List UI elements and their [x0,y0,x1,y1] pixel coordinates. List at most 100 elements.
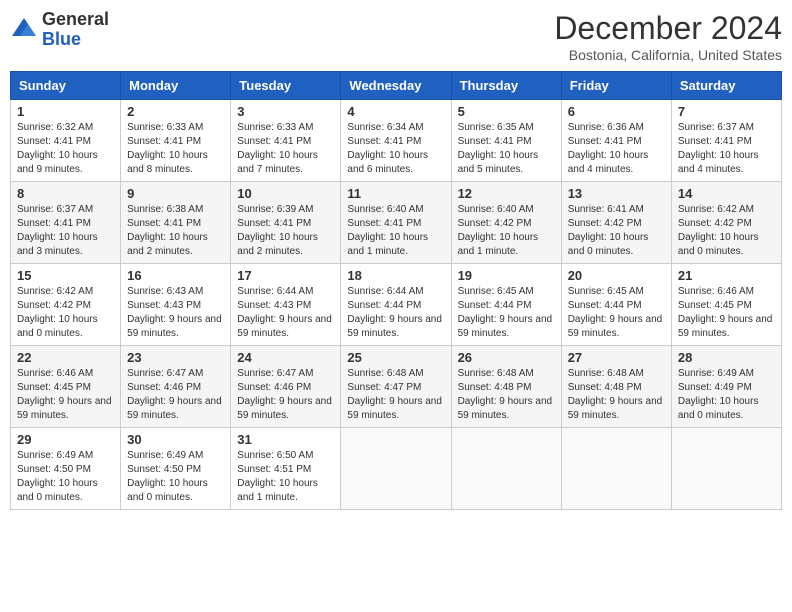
calendar-day-cell: 5 Sunrise: 6:35 AM Sunset: 4:41 PM Dayli… [451,100,561,182]
day-number: 4 [347,104,444,119]
daylight-label: Daylight: 10 hours and 1 minute. [347,232,428,257]
day-info: Sunrise: 6:38 AM Sunset: 4:41 PM Dayligh… [127,203,224,259]
weekday-header: Sunday [11,72,121,100]
day-number: 18 [347,268,444,283]
calendar-day-cell [341,428,451,510]
day-number: 22 [17,350,114,365]
sunrise-label: Sunrise: 6:36 AM [568,122,644,133]
sunset-label: Sunset: 4:50 PM [17,464,91,475]
sunrise-label: Sunrise: 6:50 AM [237,450,313,461]
daylight-label: Daylight: 9 hours and 59 minutes. [127,396,222,421]
sunset-label: Sunset: 4:48 PM [568,382,642,393]
day-info: Sunrise: 6:40 AM Sunset: 4:41 PM Dayligh… [347,203,444,259]
day-number: 12 [458,186,555,201]
day-info: Sunrise: 6:49 AM Sunset: 4:49 PM Dayligh… [678,367,775,423]
day-number: 27 [568,350,665,365]
day-number: 20 [568,268,665,283]
daylight-label: Daylight: 9 hours and 59 minutes. [347,396,442,421]
sunrise-label: Sunrise: 6:47 AM [127,368,203,379]
day-number: 6 [568,104,665,119]
calendar-day-cell: 8 Sunrise: 6:37 AM Sunset: 4:41 PM Dayli… [11,182,121,264]
logo-blue: Blue [42,29,81,49]
day-number: 26 [458,350,555,365]
calendar-day-cell: 30 Sunrise: 6:49 AM Sunset: 4:50 PM Dayl… [121,428,231,510]
daylight-label: Daylight: 10 hours and 5 minutes. [458,150,539,175]
sunrise-label: Sunrise: 6:44 AM [237,286,313,297]
calendar-day-cell: 3 Sunrise: 6:33 AM Sunset: 4:41 PM Dayli… [231,100,341,182]
calendar-day-cell: 21 Sunrise: 6:46 AM Sunset: 4:45 PM Dayl… [671,264,781,346]
daylight-label: Daylight: 9 hours and 59 minutes. [237,396,332,421]
sunrise-label: Sunrise: 6:40 AM [347,204,423,215]
sunrise-label: Sunrise: 6:32 AM [17,122,93,133]
sunrise-label: Sunrise: 6:43 AM [127,286,203,297]
sunrise-label: Sunrise: 6:48 AM [568,368,644,379]
day-number: 28 [678,350,775,365]
day-info: Sunrise: 6:43 AM Sunset: 4:43 PM Dayligh… [127,285,224,341]
daylight-label: Daylight: 9 hours and 59 minutes. [237,314,332,339]
calendar-day-cell: 2 Sunrise: 6:33 AM Sunset: 4:41 PM Dayli… [121,100,231,182]
day-number: 21 [678,268,775,283]
day-info: Sunrise: 6:50 AM Sunset: 4:51 PM Dayligh… [237,449,334,505]
daylight-label: Daylight: 10 hours and 4 minutes. [568,150,649,175]
day-number: 3 [237,104,334,119]
calendar-day-cell [451,428,561,510]
day-number: 23 [127,350,224,365]
calendar-day-cell: 17 Sunrise: 6:44 AM Sunset: 4:43 PM Dayl… [231,264,341,346]
calendar-day-cell: 23 Sunrise: 6:47 AM Sunset: 4:46 PM Dayl… [121,346,231,428]
sunset-label: Sunset: 4:42 PM [17,300,91,311]
calendar-day-cell: 13 Sunrise: 6:41 AM Sunset: 4:42 PM Dayl… [561,182,671,264]
day-info: Sunrise: 6:37 AM Sunset: 4:41 PM Dayligh… [17,203,114,259]
day-info: Sunrise: 6:48 AM Sunset: 4:48 PM Dayligh… [568,367,665,423]
sunrise-label: Sunrise: 6:46 AM [17,368,93,379]
sunset-label: Sunset: 4:42 PM [678,218,752,229]
daylight-label: Daylight: 10 hours and 0 minutes. [678,232,759,257]
sunset-label: Sunset: 4:46 PM [237,382,311,393]
day-info: Sunrise: 6:48 AM Sunset: 4:48 PM Dayligh… [458,367,555,423]
daylight-label: Daylight: 9 hours and 59 minutes. [347,314,442,339]
day-number: 11 [347,186,444,201]
day-info: Sunrise: 6:32 AM Sunset: 4:41 PM Dayligh… [17,121,114,177]
sunrise-label: Sunrise: 6:39 AM [237,204,313,215]
calendar-day-cell: 26 Sunrise: 6:48 AM Sunset: 4:48 PM Dayl… [451,346,561,428]
day-number: 24 [237,350,334,365]
calendar-day-cell: 11 Sunrise: 6:40 AM Sunset: 4:41 PM Dayl… [341,182,451,264]
calendar-day-cell: 10 Sunrise: 6:39 AM Sunset: 4:41 PM Dayl… [231,182,341,264]
sunset-label: Sunset: 4:42 PM [458,218,532,229]
daylight-label: Daylight: 9 hours and 59 minutes. [678,314,773,339]
sunset-label: Sunset: 4:41 PM [568,136,642,147]
sunrise-label: Sunrise: 6:33 AM [237,122,313,133]
sunset-label: Sunset: 4:41 PM [127,218,201,229]
daylight-label: Daylight: 10 hours and 1 minute. [237,478,318,503]
day-info: Sunrise: 6:39 AM Sunset: 4:41 PM Dayligh… [237,203,334,259]
weekday-header: Monday [121,72,231,100]
weekday-header: Tuesday [231,72,341,100]
daylight-label: Daylight: 9 hours and 59 minutes. [17,396,112,421]
day-number: 16 [127,268,224,283]
sunrise-label: Sunrise: 6:47 AM [237,368,313,379]
calendar-day-cell: 31 Sunrise: 6:50 AM Sunset: 4:51 PM Dayl… [231,428,341,510]
day-number: 31 [237,432,334,447]
day-number: 30 [127,432,224,447]
sunrise-label: Sunrise: 6:44 AM [347,286,423,297]
day-info: Sunrise: 6:34 AM Sunset: 4:41 PM Dayligh… [347,121,444,177]
daylight-label: Daylight: 10 hours and 0 minutes. [568,232,649,257]
location-subtitle: Bostonia, California, United States [554,47,782,63]
weekday-header: Saturday [671,72,781,100]
calendar-week-row: 22 Sunrise: 6:46 AM Sunset: 4:45 PM Dayl… [11,346,782,428]
sunrise-label: Sunrise: 6:34 AM [347,122,423,133]
calendar-week-row: 8 Sunrise: 6:37 AM Sunset: 4:41 PM Dayli… [11,182,782,264]
sunset-label: Sunset: 4:47 PM [347,382,421,393]
daylight-label: Daylight: 10 hours and 9 minutes. [17,150,98,175]
calendar-day-cell: 1 Sunrise: 6:32 AM Sunset: 4:41 PM Dayli… [11,100,121,182]
calendar-day-cell: 12 Sunrise: 6:40 AM Sunset: 4:42 PM Dayl… [451,182,561,264]
sunset-label: Sunset: 4:41 PM [347,136,421,147]
sunrise-label: Sunrise: 6:37 AM [678,122,754,133]
sunset-label: Sunset: 4:46 PM [127,382,201,393]
day-number: 13 [568,186,665,201]
sunrise-label: Sunrise: 6:35 AM [458,122,534,133]
sunset-label: Sunset: 4:41 PM [237,218,311,229]
day-number: 1 [17,104,114,119]
month-title: December 2024 [554,10,782,47]
daylight-label: Daylight: 10 hours and 8 minutes. [127,150,208,175]
calendar-day-cell: 24 Sunrise: 6:47 AM Sunset: 4:46 PM Dayl… [231,346,341,428]
